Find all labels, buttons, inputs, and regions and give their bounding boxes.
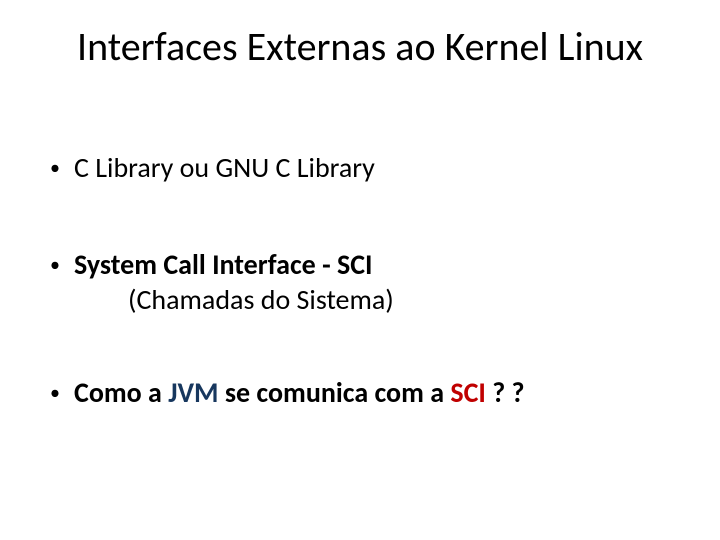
spacer <box>50 185 670 247</box>
bullet-dot-icon: • <box>50 375 74 406</box>
bullet-2-subtext: (Chamadas do Sistema) <box>128 282 670 317</box>
jvm-term: JVM <box>168 375 218 410</box>
bullet-1: • C Library ou GNU C Library <box>50 150 670 185</box>
bullet-1-text: C Library ou GNU C Library <box>74 150 670 185</box>
sci-term: SCI <box>450 375 486 410</box>
bullet-3: • Como a JVM se comunica com a SCI ? ? <box>50 375 670 410</box>
bullet-dot-icon: • <box>50 150 74 181</box>
bullet-3-text: Como a JVM se comunica com a SCI ? ? <box>74 375 670 410</box>
bullet-3-mid: se comunica com a <box>219 375 451 410</box>
bullet-2: • System Call Interface - SCI <box>50 247 670 282</box>
bullet-3-post: ? ? <box>486 375 525 410</box>
slide: Interfaces Externas ao Kernel Linux • C … <box>0 0 720 540</box>
slide-body: • C Library ou GNU C Library • System Ca… <box>50 150 670 410</box>
slide-title: Interfaces Externas ao Kernel Linux <box>0 22 720 71</box>
spacer <box>50 317 670 375</box>
bullet-dot-icon: • <box>50 247 74 278</box>
bullet-2-text: System Call Interface - SCI <box>74 247 670 282</box>
bullet-3-pre: Como a <box>74 375 168 410</box>
